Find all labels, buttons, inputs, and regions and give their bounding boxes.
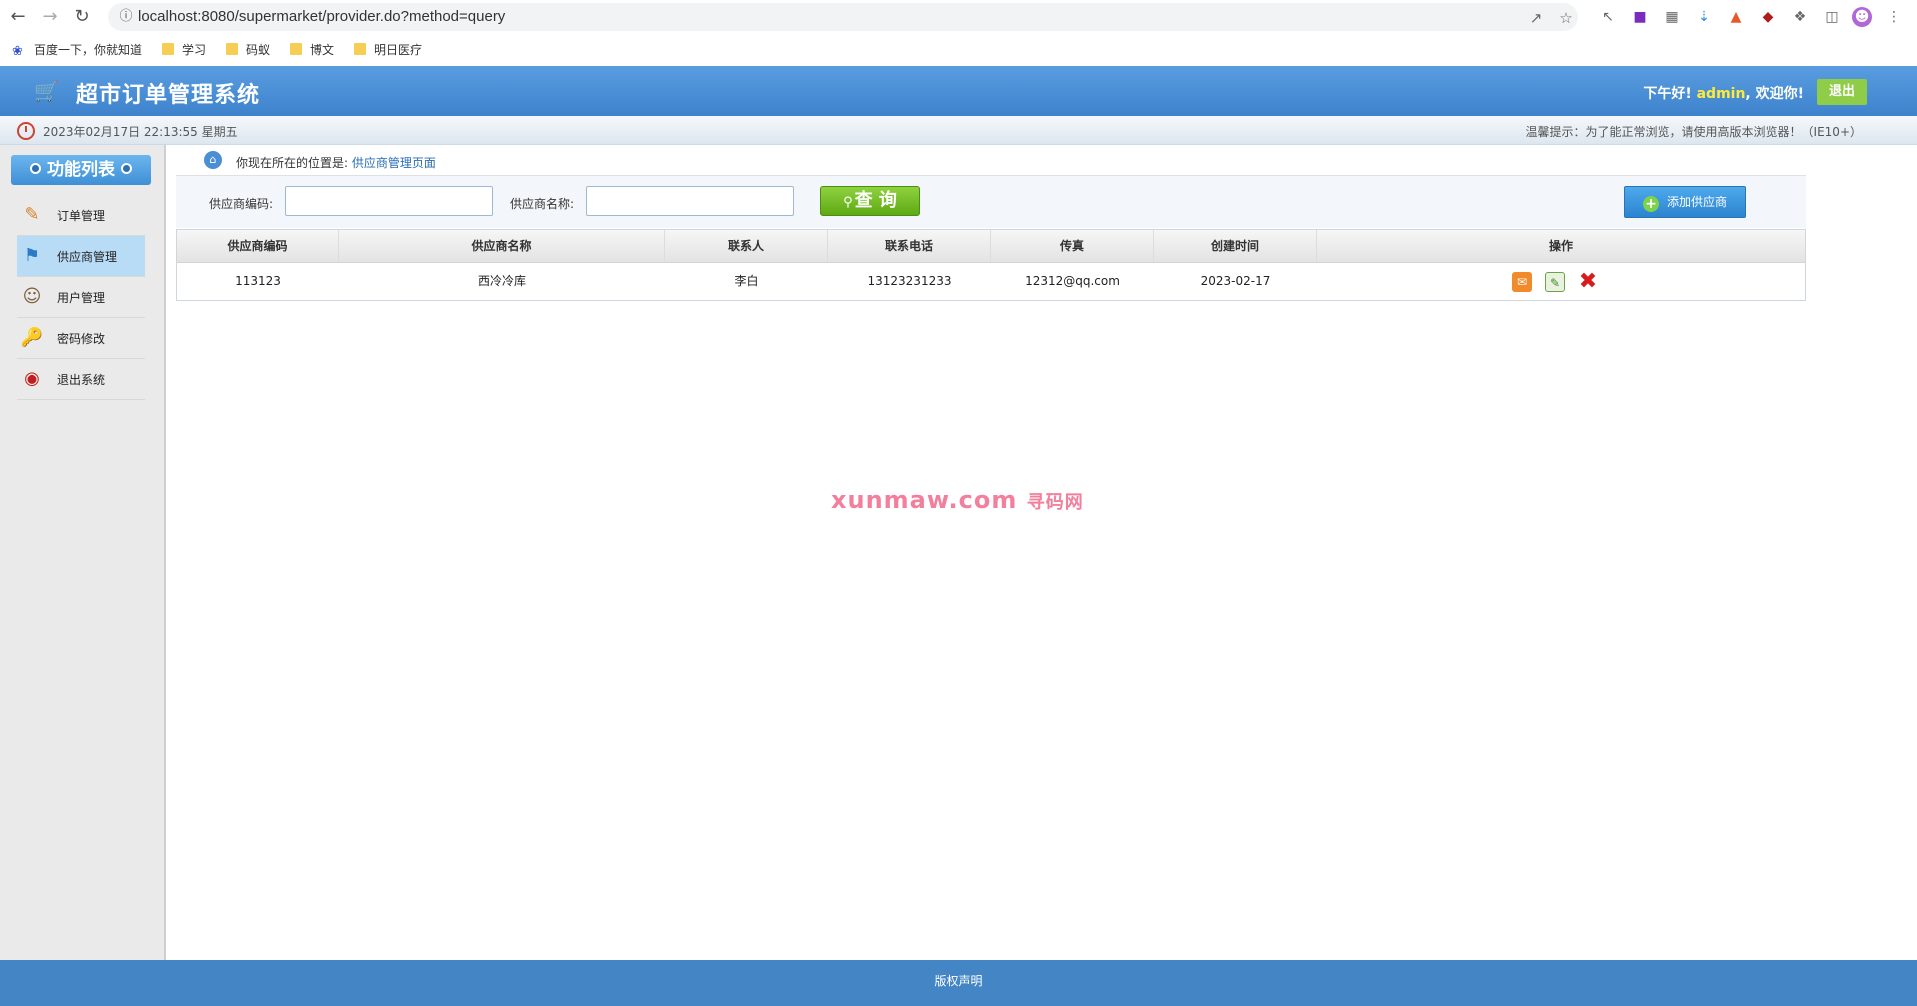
url-text[interactable]: localhost:8080/supermarket/provider.do?m… <box>138 8 505 25</box>
folder-icon <box>162 43 174 55</box>
home-icon: ⌂ <box>204 151 222 169</box>
app-title: 超市订单管理系统 <box>76 83 261 108</box>
dot-icon <box>30 163 41 174</box>
sidebar-item-exit[interactable]: ◉ 退出系统 <box>17 359 145 400</box>
browser-toolbar: ← → ↻ ⓘ localhost:8080/supermarket/provi… <box>0 0 1917 34</box>
delete-x-icon[interactable]: ✖ <box>1578 271 1598 293</box>
folder-icon <box>290 43 302 55</box>
view-detail-icon[interactable]: ✉ <box>1512 272 1532 292</box>
share-icon[interactable]: ↗ <box>1526 8 1546 28</box>
dot-icon <box>121 163 132 174</box>
password-icon: 🔑 <box>20 327 44 348</box>
extension-download-icon[interactable]: ⇣ <box>1694 7 1714 27</box>
provider-name-label: 供应商名称: <box>510 197 575 211</box>
watermark: xunmaw.com 寻码网 <box>831 486 1084 514</box>
bookmarks-bar: ❀ 百度一下，你就知道 学习 码蚁 博文 明日医疗 <box>0 34 1917 66</box>
cell-fax: 12312@qq.com <box>1025 274 1120 288</box>
col-header-phone: 联系电话 <box>828 230 991 262</box>
folder-icon <box>226 43 238 55</box>
provider-table: 供应商编码 供应商名称 联系人 联系电话 传真 创建时间 操作 113123 西… <box>176 229 1806 301</box>
col-header-actions: 操作 <box>1548 239 1573 253</box>
sidebar-title: 功能列表 <box>11 155 151 185</box>
back-arrow-icon[interactable]: ← <box>6 5 30 29</box>
edit-pencil-icon[interactable]: ✎ <box>1545 272 1565 292</box>
current-datetime: 2023年02月17日 22:13:55 星期五 <box>43 125 238 139</box>
bookmark-bowen[interactable]: 博文 <box>290 41 334 59</box>
browser-tip: 温馨提示：为了能正常浏览，请使用高版本浏览器！（IE10+） <box>1525 125 1862 139</box>
extension-cursor-icon[interactable]: ↖ <box>1598 7 1618 27</box>
profile-avatar-icon[interactable]: ☻ <box>1852 7 1872 27</box>
bookmark-maiyi[interactable]: 码蚁 <box>226 41 270 59</box>
search-bar: 供应商编码: 供应商名称: ⚲ 查 询 + 添加供应商 <box>176 176 1806 228</box>
col-header-name: 供应商名称 <box>339 230 665 262</box>
breadcrumb: ⌂ 你现在所在的位置是: 供应商管理页面 <box>176 147 1806 176</box>
address-bar[interactable]: ⓘ localhost:8080/supermarket/provider.do… <box>108 3 1578 31</box>
app-header: 🛒 超市订单管理系统 下午好! admin, 欢迎你! 退出 <box>0 66 1917 116</box>
cell-name: 西冷冷库 <box>477 274 526 288</box>
add-provider-button[interactable]: + 添加供应商 <box>1624 186 1746 218</box>
plus-icon: + <box>1642 196 1659 212</box>
info-icon[interactable]: ⓘ <box>116 7 136 27</box>
users-icon: ☺ <box>22 286 42 307</box>
query-button[interactable]: ⚲ 查 询 <box>820 186 920 216</box>
table-row: 113123 西冷冷库 李白 13123231233 12312@qq.com … <box>177 263 1805 300</box>
sidebar-item-providers[interactable]: ⚑ 供应商管理 <box>17 236 145 277</box>
forward-arrow-icon[interactable]: → <box>38 5 62 29</box>
sidebar-item-orders[interactable]: ✎ 订单管理 <box>17 195 145 236</box>
logout-button[interactable]: 退出 <box>1817 79 1867 105</box>
provider-name-input[interactable] <box>586 186 794 216</box>
exit-icon: ◉ <box>24 368 40 389</box>
table-header: 供应商编码 供应商名称 联系人 联系电话 传真 创建时间 操作 <box>177 230 1805 263</box>
reload-icon[interactable]: ↻ <box>70 5 94 29</box>
extension-orange-icon[interactable]: ▲ <box>1726 7 1746 27</box>
info-bar: 2023年02月17日 22:13:55 星期五 温馨提示：为了能正常浏览，请使… <box>0 116 1917 145</box>
star-icon[interactable]: ☆ <box>1556 8 1576 28</box>
cell-created: 2023-02-17 <box>1200 274 1271 288</box>
clock-icon <box>17 122 35 140</box>
bookmark-baidu[interactable]: ❀ 百度一下，你就知道 <box>12 41 142 59</box>
sidebar-item-users[interactable]: ☺ 用户管理 <box>17 277 145 318</box>
footer: 版权声明 <box>0 960 1917 1006</box>
cell-phone: 13123231233 <box>867 274 952 288</box>
breadcrumb-current: 供应商管理页面 <box>351 156 436 170</box>
bookmark-mingri[interactable]: 明日医疗 <box>354 41 422 59</box>
username: admin <box>1696 86 1746 102</box>
provider-icon: ⚑ <box>23 245 41 266</box>
col-header-fax: 传真 <box>991 230 1154 262</box>
side-panel-icon[interactable]: ◫ <box>1822 7 1842 27</box>
greeting: 下午好! admin, 欢迎你! <box>1643 86 1804 102</box>
extensions-puzzle-icon[interactable]: ❖ <box>1790 7 1810 27</box>
shopping-cart-icon: 🛒 <box>34 79 59 103</box>
copyright-link[interactable]: 版权声明 <box>934 974 982 988</box>
baidu-paw-icon: ❀ <box>12 44 23 59</box>
extension-store-icon[interactable]: ▦ <box>1662 7 1682 27</box>
provider-code-input[interactable] <box>285 186 493 216</box>
menu-dots-icon[interactable]: ⋮ <box>1884 7 1904 27</box>
cell-code: 113123 <box>235 274 281 288</box>
folder-icon <box>354 43 366 55</box>
col-header-created: 创建时间 <box>1154 230 1317 262</box>
col-header-contact: 联系人 <box>665 230 828 262</box>
order-icon: ✎ <box>24 204 40 225</box>
sidebar-item-password[interactable]: 🔑 密码修改 <box>17 318 145 359</box>
provider-code-label: 供应商编码: <box>209 197 274 211</box>
col-header-code: 供应商编码 <box>177 230 339 262</box>
magnifier-icon: ⚲ <box>843 195 853 210</box>
extension-shield-icon[interactable]: ◆ <box>1758 7 1778 27</box>
bookmark-study[interactable]: 学习 <box>162 41 206 59</box>
sidebar: 功能列表 ✎ 订单管理 ⚑ 供应商管理 ☺ 用户管理 🔑 密码修改 ◉ 退出系统 <box>0 145 166 960</box>
extension-purple-icon[interactable]: ■ <box>1630 7 1650 27</box>
cell-contact: 李白 <box>734 274 759 288</box>
